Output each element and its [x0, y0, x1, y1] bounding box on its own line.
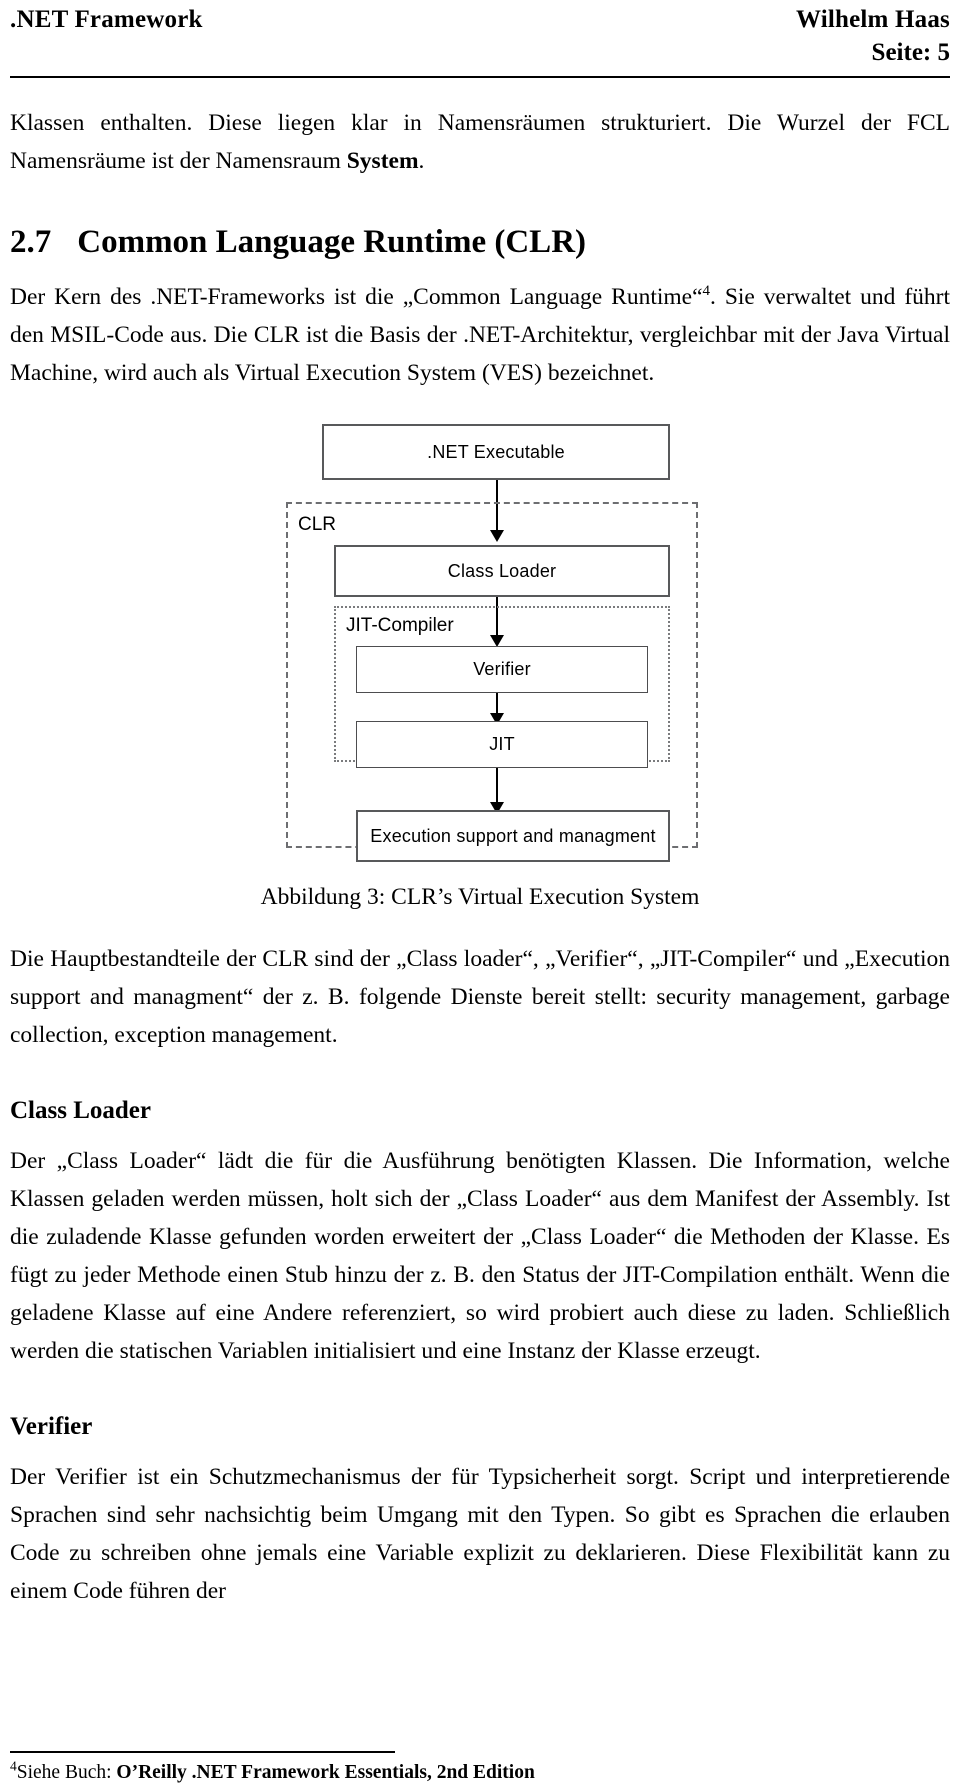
- spacer-before-class-loader: [10, 1054, 950, 1094]
- arrow-jit-to-execution-support: [496, 768, 498, 806]
- paragraph-clr-intro: Der Kern des .NET-Frameworks ist die „Co…: [10, 278, 950, 392]
- figure-clr-ves: .NET Executable CLR Class Loader JIT-Com…: [10, 418, 950, 914]
- diagram-box-execution-support: Execution support and managment: [356, 810, 670, 862]
- footnote-area: 4Siehe Buch: O’Reilly .NET Framework Ess…: [10, 1751, 950, 1786]
- diagram-box-verifier: Verifier: [356, 646, 648, 693]
- header-divider: [10, 76, 950, 78]
- paragraph-clr-parts: Die Hauptbestandteile der CLR sind der „…: [10, 946, 950, 1048]
- footnote-marker-inline: 4: [702, 283, 711, 300]
- document-page: .NET Framework Wilhelm Haas Seite: 5 Kla…: [0, 0, 960, 1792]
- spacer-after-figure: [10, 914, 950, 940]
- diagram-box-net-executable-label: .NET Executable: [427, 441, 565, 462]
- spacer-after-class-loader-heading: [10, 1128, 950, 1142]
- section-heading-clr: 2.7 Common Language Runtime (CLR): [10, 220, 950, 264]
- diagram-canvas: .NET Executable CLR Class Loader JIT-Com…: [280, 418, 698, 862]
- diagram-box-net-executable: .NET Executable: [322, 424, 670, 480]
- footnote-number: 4: [10, 1758, 17, 1774]
- section-number: 2.7: [10, 224, 52, 260]
- diagram-box-class-loader-label: Class Loader: [447, 560, 557, 581]
- spacer-after-verifier-heading: [10, 1444, 950, 1458]
- footnote-book-title: O’Reilly .NET Framework Essentials, 2nd …: [116, 1762, 535, 1783]
- header-author-name: Wilhelm Haas: [795, 6, 950, 33]
- diagram-box-verifier-label: Verifier: [473, 659, 531, 679]
- diagram-group-jit-compiler-label: JIT-Compiler: [346, 615, 454, 636]
- paragraph-verifier: Der Verifier ist ein Schutzmechanismus d…: [10, 1464, 950, 1604]
- diagram-box-jit: JIT: [356, 721, 648, 768]
- footnote-divider: [10, 1751, 395, 1753]
- paragraph-continued: Klassen enthalten. Diese liegen klar in …: [10, 104, 950, 180]
- diagram-box-jit-label: JIT: [489, 734, 515, 754]
- clr-intro-part1: Der Kern des .NET-Frameworks ist die „Co…: [10, 284, 703, 310]
- spacer-before-section: [10, 180, 950, 220]
- subsection-heading-verifier: Verifier: [10, 1413, 93, 1440]
- namespace-system-bold: System: [346, 148, 419, 174]
- header-document-title: .NET Framework: [10, 6, 203, 33]
- paragraph-continued-line2-post: .: [418, 148, 425, 174]
- section-title: Common Language Runtime (CLR): [77, 224, 587, 260]
- header-page-number: Seite: 5: [871, 39, 950, 66]
- spacer-before-figure: [10, 392, 950, 418]
- footnote-entry: 4Siehe Buch: O’Reilly .NET Framework Ess…: [10, 1758, 950, 1786]
- paragraph-continued-line1: Klassen enthalten. Diese liegen klar in …: [10, 110, 846, 136]
- diagram-group-clr-label: CLR: [298, 514, 337, 535]
- subsection-heading-class-loader: Class Loader: [10, 1097, 151, 1124]
- footnote-prefix: Siehe Buch:: [16, 1762, 117, 1783]
- spacer-before-verifier: [10, 1370, 950, 1410]
- page-content: Klassen enthalten. Diese liegen klar in …: [10, 104, 950, 1610]
- diagram-box-execution-support-label: Execution support and managment: [370, 825, 656, 846]
- spacer-after-section-heading: [10, 264, 950, 278]
- diagram-box-class-loader: Class Loader: [334, 545, 670, 597]
- figure-caption: Abbildung 3: CLR’s Virtual Execution Sys…: [260, 884, 700, 910]
- paragraph-class-loader: Der „Class Loader“ lädt die für die Ausf…: [10, 1148, 950, 1364]
- page-header: .NET Framework Wilhelm Haas Seite: 5: [0, 0, 960, 78]
